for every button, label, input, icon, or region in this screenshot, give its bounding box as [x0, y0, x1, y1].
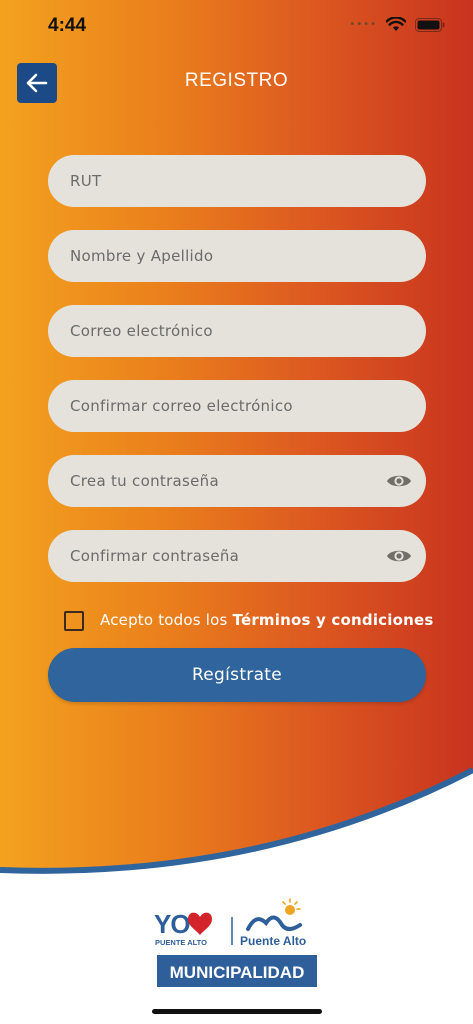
- eye-icon[interactable]: [386, 472, 412, 490]
- confirm-email-field[interactable]: Confirmar correo electrónico: [48, 380, 426, 432]
- rut-field[interactable]: RUT: [48, 155, 426, 207]
- page-title: REGISTRO: [184, 70, 289, 91]
- password-field[interactable]: Crea tu contraseña: [48, 455, 426, 507]
- bottom-curve: [0, 767, 473, 1024]
- email-field[interactable]: Correo electrónico: [48, 305, 426, 357]
- password-placeholder: Crea tu contraseña: [70, 472, 219, 490]
- terms-prefix: Acepto todos los: [100, 611, 228, 629]
- confirm-email-placeholder: Confirmar correo electrónico: [70, 397, 293, 415]
- rut-placeholder: RUT: [70, 172, 102, 190]
- confirm-password-field[interactable]: Confirmar contraseña: [48, 530, 426, 582]
- status-icons: ••••: [349, 17, 445, 32]
- signal-dots-icon: ••••: [349, 19, 377, 30]
- register-button[interactable]: Regístrate: [48, 648, 426, 702]
- status-bar: 4:44 ••••: [0, 0, 473, 54]
- confirm-password-placeholder: Confirmar contraseña: [70, 547, 240, 565]
- svg-text:MUNICIPALIDAD: MUNICIPALIDAD: [170, 963, 305, 982]
- home-indicator: [152, 1009, 322, 1014]
- name-field[interactable]: Nombre y Apellido: [48, 230, 426, 282]
- terms-checkbox[interactable]: [64, 611, 84, 631]
- terms-link[interactable]: Términos y condiciones: [233, 611, 434, 629]
- svg-text:PUENTE ALTO: PUENTE ALTO: [155, 938, 207, 947]
- wifi-icon: [386, 17, 406, 31]
- status-time: 4:44: [48, 15, 87, 36]
- municipalidad-logo: YO PUENTE ALTO Puente Alto MUNICIPALIDAD: [154, 898, 317, 987]
- terms-text: Acepto todos los Términos y condiciones: [100, 611, 434, 629]
- battery-icon: [415, 17, 445, 32]
- eye-icon[interactable]: [386, 547, 412, 565]
- email-placeholder: Correo electrónico: [70, 322, 213, 340]
- name-placeholder: Nombre y Apellido: [70, 247, 214, 265]
- svg-text:Puente Alto: Puente Alto: [240, 934, 306, 948]
- svg-text:YO: YO: [154, 909, 190, 939]
